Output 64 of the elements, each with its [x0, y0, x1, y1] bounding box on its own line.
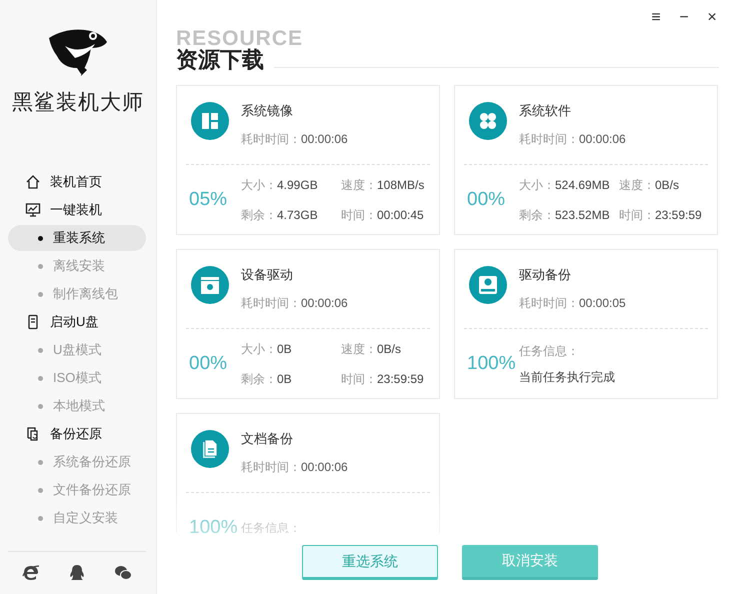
stat-text: 剩余：0B	[241, 371, 293, 387]
nav-subitem[interactable]: 文件备份还原	[8, 477, 146, 503]
stat-text: 时间：23:59:59	[619, 207, 702, 223]
stat-text: 大小：4.99GB	[241, 177, 319, 193]
reselect-button[interactable]: 重选系统	[302, 545, 438, 580]
card-title: 系统镜像	[241, 103, 294, 119]
stat-text: 时间：00:00:45	[341, 207, 424, 223]
nav-label: 一键装机	[50, 201, 102, 219]
card-title: 设备驱动	[241, 267, 294, 283]
backdrop-word: RESOURCE	[176, 29, 304, 49]
task-icon	[191, 266, 229, 304]
info-label: 任务信息：	[519, 343, 580, 359]
nav-icon	[25, 202, 41, 218]
nav-subitem[interactable]: 重装系统	[8, 225, 146, 251]
elapsed-time: 耗时时间：00:00:06	[241, 131, 348, 147]
stat-text: 速度：0B/s	[619, 177, 680, 193]
nav-item[interactable]: 备份还原	[0, 420, 156, 448]
penguin-icon[interactable]	[68, 564, 86, 582]
stat-text: 速度：0B/s	[341, 341, 402, 357]
nav-label: 启动U盘	[50, 313, 98, 331]
task-icon	[469, 266, 507, 304]
nav-subitem[interactable]: U盘模式	[8, 337, 146, 363]
stat-text: 时间：23:59:59	[341, 371, 424, 387]
nav-subitem[interactable]: 自定义安装	[8, 505, 146, 531]
nav-item[interactable]: 装机首页	[0, 168, 156, 196]
progress-percent: 05%	[188, 192, 228, 208]
progress-percent: 100%	[188, 520, 239, 533]
stat-text: 大小：524.69MB	[519, 177, 611, 193]
task-icon	[191, 102, 229, 140]
browser-icon[interactable]	[22, 564, 40, 582]
nav-icon	[25, 174, 41, 190]
progress-percent: 00%	[466, 192, 506, 208]
stat-text: 速度：108MB/s	[341, 177, 424, 193]
nav-subitem[interactable]: 制作离线包	[8, 281, 146, 307]
card-title: 驱动备份	[519, 267, 572, 283]
progress-percent: 100%	[466, 356, 517, 372]
nav-label: 装机首页	[50, 173, 102, 191]
brand-name: 黑鲨装机大师	[12, 90, 144, 116]
task-icon	[469, 102, 507, 140]
nav-item[interactable]: 一键装机	[0, 196, 156, 224]
elapsed-time: 耗时时间：00:00:06	[241, 295, 348, 311]
window-control[interactable]: ×	[705, 9, 719, 31]
nav-label: 备份还原	[50, 425, 102, 443]
chat-icon[interactable]	[114, 564, 132, 582]
info-text: 当前任务执行完成	[519, 369, 615, 385]
page-title: 资源下载	[176, 49, 264, 71]
task-icon	[191, 430, 229, 468]
cancel-button[interactable]: 取消安装	[462, 545, 598, 580]
stat-text: 剩余：4.73GB	[241, 207, 319, 223]
elapsed-time: 耗时时间：00:00:06	[241, 459, 348, 475]
nav-subitem[interactable]: 本地模式	[8, 393, 146, 419]
card-title: 文档备份	[241, 431, 294, 447]
elapsed-time: 耗时时间：00:00:05	[519, 295, 626, 311]
elapsed-time: 耗时时间：00:00:06	[519, 131, 626, 147]
nav-subitem[interactable]: 离线安装	[8, 253, 146, 279]
card-title: 系统软件	[519, 103, 572, 119]
nav-subitem[interactable]: ISO模式	[8, 365, 146, 391]
nav-item[interactable]: 启动U盘	[0, 308, 156, 336]
stat-text: 剩余：523.52MB	[519, 207, 611, 223]
progress-percent: 00%	[188, 356, 228, 372]
window-control[interactable]: −	[677, 9, 691, 31]
stat-text: 大小：0B	[241, 341, 293, 357]
window-control[interactable]: ≡	[649, 9, 663, 31]
nav-subitem[interactable]: 系统备份还原	[8, 449, 146, 475]
